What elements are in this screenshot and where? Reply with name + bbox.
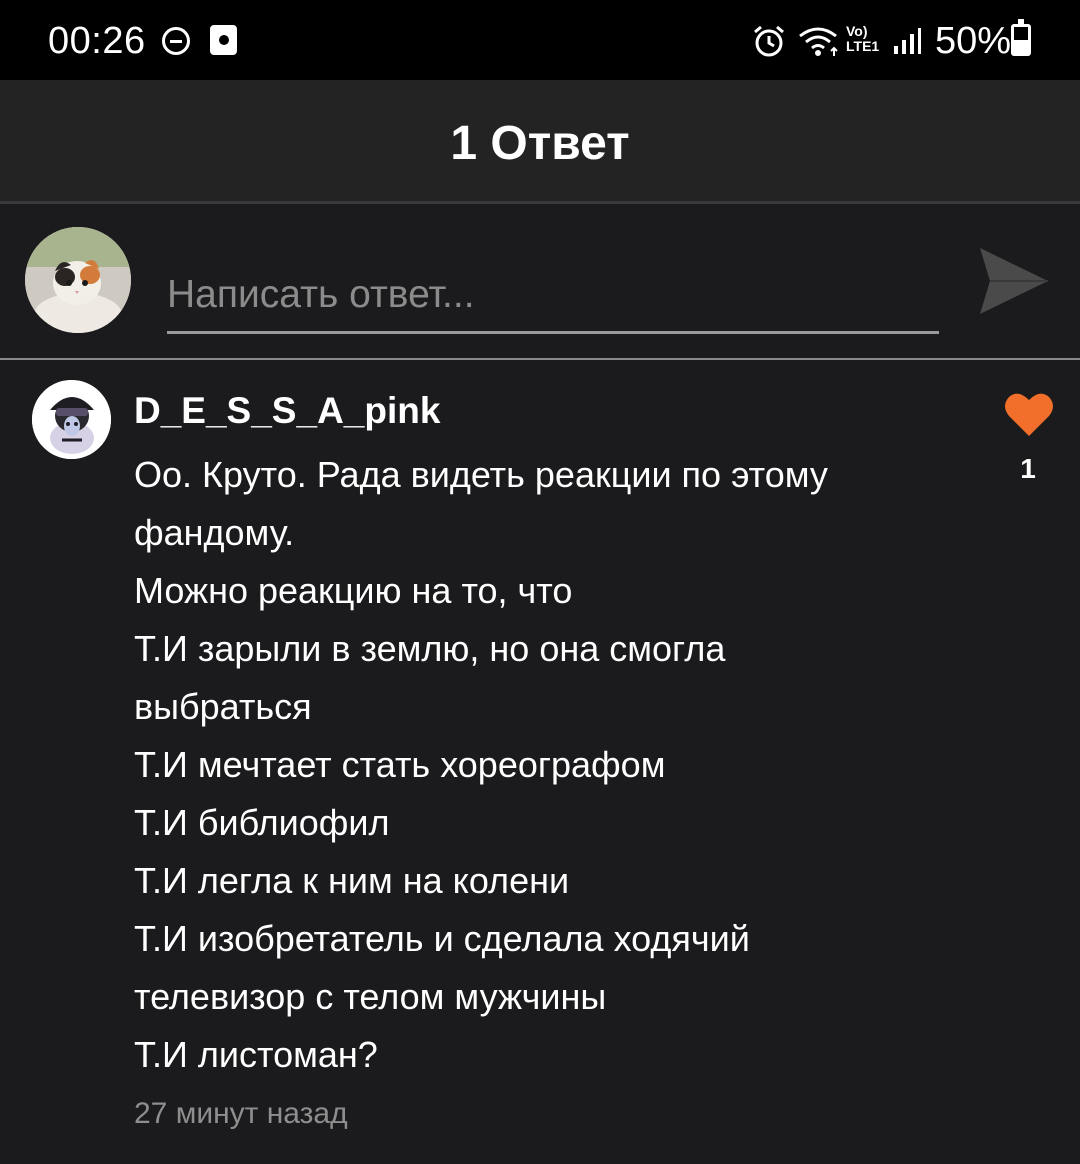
do-not-disturb-icon xyxy=(162,27,190,55)
like-count: 1 xyxy=(1020,453,1036,484)
page-title: 1 Ответ xyxy=(450,117,630,170)
status-bar: 00:26 Vo) LTE1 50% xyxy=(0,0,1080,80)
screen-record-icon xyxy=(210,25,237,55)
comment-line: Т.И зарыли в землю, но она смогла xyxy=(134,628,726,669)
network-type-label: Vo) LTE1 xyxy=(846,23,880,54)
header: 1 Ответ xyxy=(0,80,1080,204)
avatar[interactable] xyxy=(25,227,131,333)
kitten-avatar-image xyxy=(25,227,131,333)
comment-line: Т.И легла к ним на колени xyxy=(134,860,570,901)
heart-icon xyxy=(1005,393,1053,436)
comment-line: Т.И мечтает стать хореографом xyxy=(134,744,666,785)
battery-level xyxy=(1014,40,1028,53)
status-time: 00:26 xyxy=(48,20,146,62)
comment-line: выбраться xyxy=(134,686,312,727)
like-button[interactable] xyxy=(1003,390,1055,438)
reply-input[interactable] xyxy=(167,242,939,334)
comment-item: D_E_S_S_A_pink Оо. Круто. Рада видеть ре… xyxy=(0,360,1080,1164)
wifi-icon xyxy=(799,27,838,56)
battery-icon xyxy=(1011,19,1031,56)
comment-line: Т.И листоман? xyxy=(134,1034,378,1075)
comment-text: Оо. Круто. Рада видеть реакции по этому … xyxy=(134,446,954,1084)
send-arrow-icon xyxy=(980,248,1048,314)
comment-line: Можно реакцию на то, что xyxy=(134,570,573,611)
comment-line: Оо. Круто. Рада видеть реакции по этому xyxy=(134,454,828,495)
battery-percent: 50% xyxy=(935,20,1012,62)
comment-line: фандому. xyxy=(134,512,295,553)
comment-line: Т.И библиофил xyxy=(134,802,390,843)
comment-line: Т.И изобретатель и сделала ходячий xyxy=(134,918,750,959)
alarm-icon xyxy=(754,25,784,57)
signal-icon xyxy=(894,28,921,54)
reply-composer xyxy=(0,204,1080,360)
comment-line: телевизор с телом мужчины xyxy=(134,976,607,1017)
avatar[interactable] xyxy=(32,380,111,459)
comment-username[interactable]: D_E_S_S_A_pink xyxy=(134,390,440,432)
send-button[interactable] xyxy=(976,244,1052,318)
user-avatar-image xyxy=(32,380,111,459)
comment-timestamp: 27 минут назад xyxy=(134,1097,348,1130)
